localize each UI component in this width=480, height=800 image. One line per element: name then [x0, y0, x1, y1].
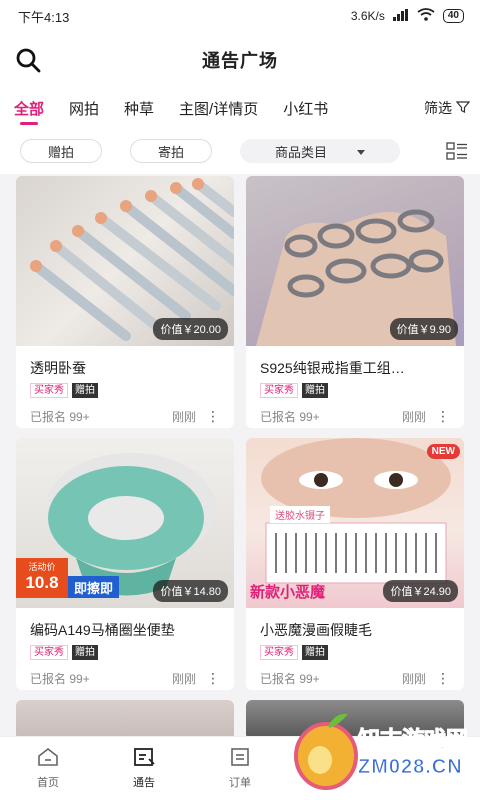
watermark-text: 知末游戏网	[357, 727, 469, 753]
tab-main-image[interactable]: 主图/详情页	[179, 98, 258, 119]
product-image-concealer: 价值￥20.00	[16, 176, 234, 346]
status-icons: 3.6K/s 40	[351, 8, 464, 24]
network-speed: 3.6K/s	[350, 9, 385, 23]
task-card[interactable]: 价值￥20.00 透明卧蚕 买家秀 赠拍 已报名 99+ 刚刚 ⋮	[16, 176, 234, 428]
task-card[interactable]: NEW 送胶水镊子 新款小恶魔 价值￥24.90 小恶魔漫画假睫毛 买家秀 赠拍…	[246, 438, 464, 690]
list-layout-icon[interactable]	[446, 142, 468, 160]
price-badge: 价值￥14.80	[153, 580, 228, 602]
signup-count: 已报名 99+	[30, 672, 90, 686]
card-meta: 已报名 99+ 刚刚 ⋮	[16, 660, 234, 687]
tag-row: 买家秀 赠拍	[16, 378, 234, 398]
tag-gift: 赠拍	[72, 645, 98, 660]
announcement-icon	[133, 747, 155, 770]
category-dropdown[interactable]: 商品类目	[240, 139, 400, 163]
task-card[interactable]: 活动价 10.8 即擦即 价值￥14.80 编码A149马桶圈坐便垫 买家秀 赠…	[16, 438, 234, 690]
tab-all[interactable]: 全部	[14, 98, 44, 125]
home-icon	[37, 747, 59, 770]
tag-buyer-show: 买家秀	[30, 383, 68, 398]
tag-buyer-show: 买家秀	[30, 645, 68, 660]
promo-price-badge: 活动价 10.8	[16, 558, 68, 598]
watermark-url: ZM028.CN	[358, 756, 463, 779]
tab-seeding[interactable]: 种草	[124, 98, 154, 119]
promo-title: 新款小恶魔	[250, 584, 326, 601]
search-icon[interactable]	[14, 46, 42, 74]
product-name: 编码A149马桶圈坐便垫	[30, 622, 175, 638]
tag-row: 买家秀 赠拍	[246, 378, 464, 398]
product-name: 透明卧蚕	[30, 360, 86, 376]
tag-gift: 赠拍	[302, 383, 328, 398]
post-time: 刚刚	[401, 410, 426, 424]
page-title: 通告广场	[202, 51, 278, 71]
new-badge: NEW	[426, 444, 460, 459]
nav-announcements-label: 通告	[133, 777, 155, 789]
tag-buyer-show: 买家秀	[260, 645, 298, 660]
wifi-icon	[417, 8, 435, 24]
caret-down-icon	[357, 144, 365, 159]
card-meta: 已报名 99+ 刚刚 ⋮	[16, 398, 234, 425]
battery-icon: 40	[442, 9, 464, 23]
tab-xiaohongshu[interactable]: 小红书	[283, 98, 328, 119]
promo-label: 活动价	[28, 562, 56, 572]
nav-home-label: 首页	[37, 777, 59, 789]
tag-row: 买家秀 赠拍	[16, 640, 234, 660]
chip-send-shoot[interactable]: 寄拍	[130, 139, 212, 163]
promo-banner: 即擦即	[68, 576, 120, 598]
nav-home[interactable]: 首页	[0, 737, 96, 800]
tag-gift: 赠拍	[302, 645, 328, 660]
post-time: 刚刚	[401, 672, 426, 686]
site-watermark: 知末游戏网 ZM028.CN	[284, 704, 474, 794]
signup-count: 已报名 99+	[260, 672, 320, 686]
nav-announcements[interactable]: 通告	[96, 737, 192, 800]
signal-icon	[392, 8, 409, 24]
product-image-lashes: NEW 送胶水镊子 新款小恶魔 价值￥24.90	[246, 438, 464, 608]
filter-button[interactable]: 筛选	[424, 98, 471, 118]
post-time: 刚刚	[171, 672, 196, 686]
post-time: 刚刚	[171, 410, 196, 424]
task-card[interactable]	[16, 700, 234, 740]
nav-orders[interactable]: 订单	[192, 737, 288, 800]
tag-buyer-show: 买家秀	[260, 383, 298, 398]
product-name: 小恶魔漫画假睫毛	[260, 622, 372, 638]
signup-count: 已报名 99+	[30, 410, 90, 424]
card-meta: 已报名 99+ 刚刚 ⋮	[246, 660, 464, 687]
filter-chips: 赠拍 寄拍 商品类目	[0, 128, 480, 174]
tag-row: 买家秀 赠拍	[246, 640, 464, 660]
card-meta: 已报名 99+ 刚刚 ⋮	[246, 398, 464, 425]
status-bar: 下午4:13 3.6K/s 40	[0, 0, 480, 32]
more-icon[interactable]: ⋮	[436, 408, 450, 425]
status-time: 下午4:13	[18, 9, 70, 25]
nav-orders-label: 订单	[229, 777, 251, 789]
orders-icon	[229, 747, 251, 770]
promo-gift-text: 送胶水镊子	[270, 506, 330, 523]
app-header: 通告广场	[0, 32, 480, 88]
task-card[interactable]: 价值￥9.90 S925纯银戒指重工组… 买家秀 赠拍 已报名 99+ 刚刚 ⋮	[246, 176, 464, 428]
signup-count: 已报名 99+	[260, 410, 320, 424]
more-icon[interactable]: ⋮	[206, 408, 220, 425]
category-tabs: 全部 网拍 种草 主图/详情页 小红书 筛选	[0, 88, 480, 128]
chip-gift-shoot[interactable]: 赠拍	[20, 139, 102, 163]
category-label: 商品类目	[274, 144, 327, 160]
price-badge: 价值￥9.90	[389, 318, 458, 340]
product-image-toilet-seat: 活动价 10.8 即擦即 价值￥14.80	[16, 438, 234, 608]
price-badge: 价值￥20.00	[153, 318, 228, 340]
funnel-icon	[455, 100, 471, 117]
filter-label: 筛选	[424, 100, 452, 116]
product-image-rings: 价值￥9.90	[246, 176, 464, 346]
tag-gift: 赠拍	[72, 383, 98, 398]
product-name: S925纯银戒指重工组…	[260, 360, 405, 376]
promo-value: 10.8	[25, 573, 59, 592]
price-badge: 价值￥24.90	[383, 580, 458, 602]
more-icon[interactable]: ⋮	[436, 670, 450, 687]
more-icon[interactable]: ⋮	[206, 670, 220, 687]
tab-online-shoot[interactable]: 网拍	[69, 98, 99, 119]
